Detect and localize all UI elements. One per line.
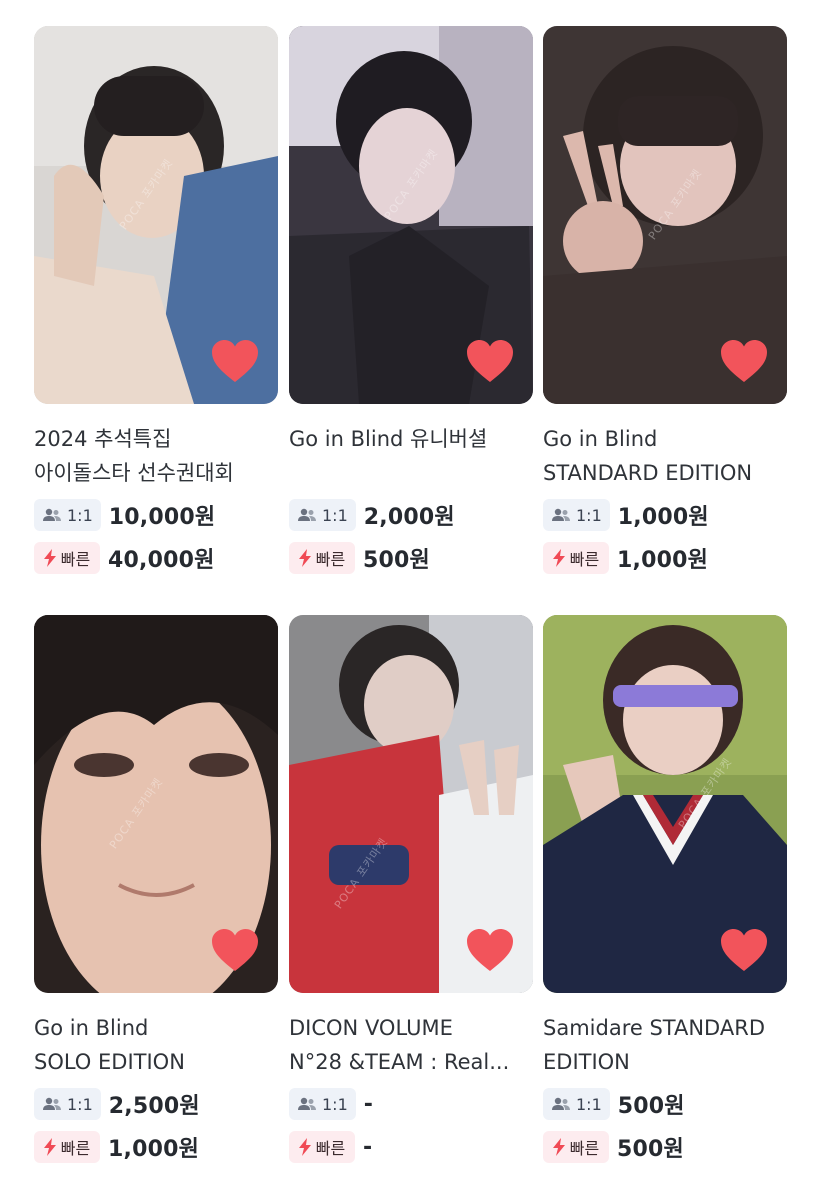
- title-line-2: SOLO EDITION: [34, 1050, 185, 1074]
- trade-badge: 1:1: [34, 1088, 101, 1120]
- fast-label: 빠른: [315, 1139, 346, 1158]
- fast-badge: 빠른: [543, 542, 609, 574]
- title-line-1: DICON VOLUME: [289, 1016, 453, 1040]
- fast-label: 빠른: [315, 550, 346, 569]
- fast-price-row: 빠른 500원: [543, 1130, 787, 1164]
- fast-price: 1,000원: [108, 1137, 200, 1162]
- title-line-1: Go in Blind 유니버셜: [289, 427, 488, 451]
- users-icon: [43, 508, 61, 521]
- heart-icon[interactable]: [720, 339, 768, 383]
- product-title[interactable]: Go in Blind SOLO EDITION: [34, 1011, 278, 1079]
- product-thumbnail[interactable]: POCA 포카마켓: [34, 615, 278, 993]
- product-card[interactable]: POCA 포카마켓 DICON VOLUME N°28 &TEAM : Real…: [289, 615, 533, 1164]
- users-icon: [552, 1097, 570, 1110]
- heart-icon[interactable]: [466, 339, 514, 383]
- users-icon: [298, 508, 316, 521]
- heart-icon[interactable]: [466, 928, 514, 972]
- product-card[interactable]: POCA 포카마켓 Go in Blind 유니버셜 1:1 2,000원 빠른…: [289, 26, 533, 575]
- fast-price-row: 빠른 500원: [289, 541, 533, 575]
- trade-price: 2,000원: [363, 505, 455, 530]
- fast-badge: 빠른: [289, 542, 355, 574]
- title-line-1: Samidare STANDARD: [543, 1016, 765, 1040]
- trade-price-row: 1:1 500원: [543, 1087, 787, 1121]
- fast-badge: 빠른: [34, 1131, 100, 1163]
- trade-label: 1:1: [322, 1094, 348, 1114]
- product-thumbnail[interactable]: POCA 포카마켓: [34, 26, 278, 404]
- trade-badge: 1:1: [543, 1088, 610, 1120]
- fast-price: 500원: [363, 548, 430, 573]
- title-line-2: 아이돌스타 선수권대회: [34, 461, 234, 485]
- trade-price: 500원: [617, 1094, 685, 1119]
- product-card[interactable]: POCA 포카마켓 2024 추석특집 아이돌스타 선수권대회 1:1 10,0…: [34, 26, 278, 575]
- product-thumbnail[interactable]: POCA 포카마켓: [289, 26, 533, 404]
- fast-price: 500원: [617, 1137, 684, 1162]
- product-thumbnail[interactable]: POCA 포카마켓: [543, 615, 787, 993]
- fast-price: -: [363, 1134, 373, 1160]
- trade-price: 1,000원: [617, 505, 709, 530]
- product-grid: POCA 포카마켓 2024 추석특집 아이돌스타 선수권대회 1:1 10,0…: [0, 0, 821, 1200]
- fast-badge: 빠른: [34, 542, 100, 574]
- trade-label: 1:1: [576, 1094, 602, 1114]
- lightning-icon: [552, 549, 565, 567]
- heart-icon[interactable]: [211, 928, 259, 972]
- title-line-2: EDITION: [543, 1050, 630, 1074]
- product-title[interactable]: Go in Blind 유니버셜: [289, 422, 533, 490]
- title-line-2: STANDARD EDITION: [543, 461, 753, 485]
- trade-price-row: 1:1 -: [289, 1087, 533, 1121]
- product-title[interactable]: 2024 추석특집 아이돌스타 선수권대회: [34, 422, 278, 490]
- product-thumbnail[interactable]: POCA 포카마켓: [289, 615, 533, 993]
- trade-price: -: [363, 1091, 374, 1117]
- product-card[interactable]: POCA 포카마켓 Go in Blind STANDARD EDITION 1…: [543, 26, 787, 575]
- trade-label: 1:1: [576, 505, 602, 525]
- fast-badge: 빠른: [543, 1131, 609, 1163]
- fast-price: 1,000원: [617, 548, 709, 573]
- users-icon: [43, 1097, 61, 1110]
- lightning-icon: [43, 1138, 56, 1156]
- product-title[interactable]: Samidare STANDARD EDITION: [543, 1011, 787, 1079]
- product-title[interactable]: DICON VOLUME N°28 &TEAM : Real...: [289, 1011, 533, 1079]
- trade-price-row: 1:1 2,500원: [34, 1087, 278, 1121]
- product-card[interactable]: POCA 포카마켓 Samidare STANDARD EDITION 1:1 …: [543, 615, 787, 1164]
- fast-price-row: 빠른 1,000원: [34, 1130, 278, 1164]
- trade-badge: 1:1: [289, 499, 356, 531]
- trade-label: 1:1: [322, 505, 348, 525]
- title-line-1: Go in Blind: [543, 427, 658, 451]
- title-line-2: N°28 &TEAM : Real...: [289, 1050, 510, 1074]
- title-line-1: 2024 추석특집: [34, 427, 172, 451]
- trade-label: 1:1: [67, 1094, 93, 1114]
- fast-badge: 빠른: [289, 1131, 355, 1163]
- trade-price-row: 1:1 2,000원: [289, 498, 533, 532]
- trade-price-row: 1:1 10,000원: [34, 498, 278, 532]
- fast-price-row: 빠른 40,000원: [34, 541, 278, 575]
- trade-badge: 1:1: [543, 499, 610, 531]
- trade-price-row: 1:1 1,000원: [543, 498, 787, 532]
- title-line-1: Go in Blind: [34, 1016, 149, 1040]
- heart-icon[interactable]: [211, 339, 259, 383]
- trade-badge: 1:1: [289, 1088, 356, 1120]
- fast-price-row: 빠른 -: [289, 1130, 533, 1164]
- trade-price: 2,500원: [108, 1094, 200, 1119]
- fast-label: 빠른: [569, 1139, 600, 1158]
- fast-price-row: 빠른 1,000원: [543, 541, 787, 575]
- lightning-icon: [298, 1138, 311, 1156]
- fast-label: 빠른: [60, 1139, 91, 1158]
- heart-icon[interactable]: [720, 928, 768, 972]
- product-card[interactable]: POCA 포카마켓 Go in Blind SOLO EDITION 1:1 2…: [34, 615, 278, 1164]
- lightning-icon: [43, 549, 56, 567]
- trade-label: 1:1: [67, 505, 93, 525]
- lightning-icon: [298, 549, 311, 567]
- product-thumbnail[interactable]: POCA 포카마켓: [543, 26, 787, 404]
- lightning-icon: [552, 1138, 565, 1156]
- fast-label: 빠른: [569, 550, 600, 569]
- fast-price: 40,000원: [108, 548, 215, 573]
- trade-badge: 1:1: [34, 499, 101, 531]
- users-icon: [298, 1097, 316, 1110]
- trade-price: 10,000원: [108, 505, 216, 530]
- users-icon: [552, 508, 570, 521]
- fast-label: 빠른: [60, 550, 91, 569]
- product-title[interactable]: Go in Blind STANDARD EDITION: [543, 422, 787, 490]
